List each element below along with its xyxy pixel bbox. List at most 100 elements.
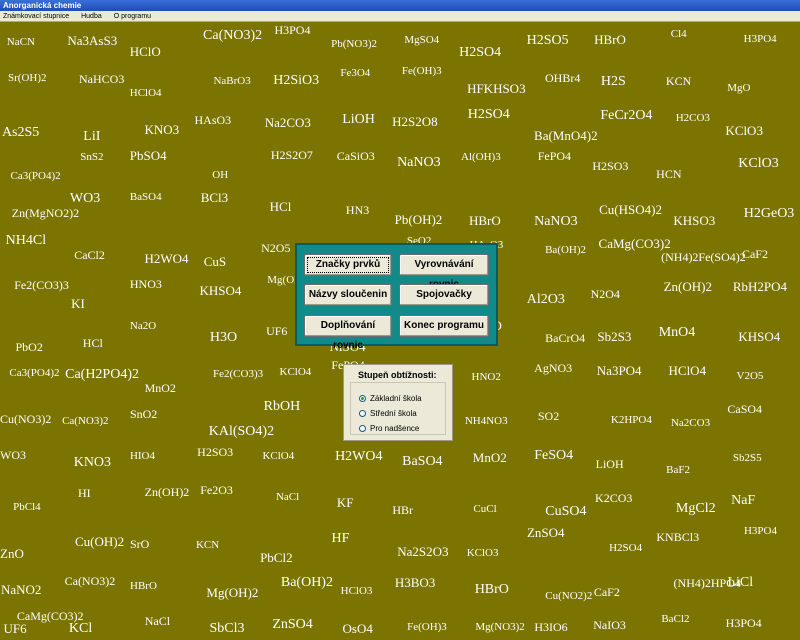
background-formula: CaCl2 bbox=[74, 247, 105, 262]
background-formula: Al2O3 bbox=[526, 291, 565, 307]
background-formula: HIO4 bbox=[129, 450, 156, 463]
znacky-prvku-button[interactable]: Značky prvků bbox=[304, 254, 392, 276]
background-formula: UF6 bbox=[3, 621, 27, 636]
background-formula: NaNO3 bbox=[534, 214, 578, 230]
background-formula: HNO2 bbox=[471, 371, 501, 384]
background-formula: FePO4 bbox=[537, 149, 572, 164]
background-formula: Mg(NO3)2 bbox=[475, 621, 525, 633]
background-formula: Na3PO4 bbox=[596, 363, 642, 379]
background-formula: H2S2O8 bbox=[392, 114, 438, 130]
background-formula: H2SO4 bbox=[609, 542, 643, 554]
background-formula: Na3AsS3 bbox=[67, 32, 118, 48]
radio-selected-icon[interactable] bbox=[359, 395, 366, 403]
background-formula: H3IO6 bbox=[534, 620, 568, 635]
background-formula: Ba(OH)2 bbox=[545, 244, 587, 257]
background-formula: MgCl2 bbox=[675, 500, 716, 516]
menu-hudba[interactable]: Hudba bbox=[76, 11, 107, 22]
background-formula: Fe3O4 bbox=[340, 66, 371, 79]
background-formula: KNBCl3 bbox=[656, 529, 700, 544]
background-formula: H3PO4 bbox=[743, 525, 777, 538]
background-formula: FeCr2O4 bbox=[600, 108, 653, 124]
background-formula: NaCl bbox=[144, 614, 171, 629]
background-formula: HBrO bbox=[474, 582, 509, 598]
background-formula: Sb2S3 bbox=[597, 329, 632, 345]
background-formula: CaMg(CO3)2 bbox=[598, 235, 671, 251]
background-formula: KHSO3 bbox=[673, 212, 716, 228]
background-formula: AgNO3 bbox=[534, 361, 573, 376]
background-formula: PbO2 bbox=[15, 339, 43, 354]
background-formula: HI bbox=[78, 485, 91, 500]
background-formula: H3PO4 bbox=[274, 22, 311, 37]
background-formula: NaNO3 bbox=[397, 154, 441, 170]
background-formula: BaSO4 bbox=[129, 190, 162, 203]
background-formula: Fe2(CO3)3 bbox=[14, 277, 69, 292]
background-formula: RbOH bbox=[263, 399, 301, 415]
difficulty-option-stredni[interactable]: Střední škola bbox=[359, 408, 417, 420]
difficulty-option-nadsence[interactable]: Pro nadšence bbox=[359, 423, 419, 435]
background-formula: SrO bbox=[130, 536, 150, 551]
background-formula: BaF2 bbox=[666, 463, 690, 476]
background-formula: Na2CO3 bbox=[670, 417, 711, 430]
background-formula: PbCl4 bbox=[13, 501, 41, 514]
difficulty-option-zakladni[interactable]: Základní škola bbox=[359, 393, 422, 405]
background-formula: FeSO4 bbox=[534, 447, 574, 463]
background-formula: KCl bbox=[68, 621, 93, 636]
background-formula: SnS2 bbox=[80, 151, 104, 164]
background-formula: KClO4 bbox=[279, 365, 312, 378]
background-formula: KClO3 bbox=[466, 546, 499, 559]
background-formula: Pb(OH)2 bbox=[394, 212, 443, 228]
radio-icon[interactable] bbox=[359, 410, 366, 418]
background-formula: ZnSO4 bbox=[272, 616, 313, 632]
menubar: Známkovací stupnice Hudba O programu bbox=[0, 11, 800, 22]
background-formula: HAsO3 bbox=[194, 113, 232, 128]
background-formula: BaSO4 bbox=[402, 454, 443, 470]
background-formula: NaNO2 bbox=[0, 581, 42, 597]
background-formula: CuCl bbox=[473, 502, 497, 515]
vyrovnavani-rovnic-button[interactable]: Vyrovnávání rovnic bbox=[399, 254, 489, 290]
menu-znamkovaci-stupnice[interactable]: Známkovací stupnice bbox=[0, 11, 74, 22]
background-formula: Sr(OH)2 bbox=[8, 71, 47, 84]
background-formula: RbH2PO4 bbox=[732, 278, 787, 294]
background-formula: HClO4 bbox=[668, 362, 707, 378]
difficulty-legend: Stupeň obtížnosti: bbox=[358, 370, 437, 380]
background-formula: Na2CO3 bbox=[264, 115, 311, 131]
background-formula: CaF2 bbox=[741, 246, 768, 261]
background-formula: Ca(NO3)2 bbox=[64, 573, 116, 588]
background-formula: H3PO4 bbox=[725, 616, 762, 631]
background-formula: LiCl bbox=[727, 575, 754, 591]
background-formula: KCN bbox=[195, 538, 220, 551]
background-formula: KClO3 bbox=[725, 123, 763, 139]
background-formula: MnO4 bbox=[658, 325, 696, 341]
spojovacky-button[interactable]: Spojovačky bbox=[399, 284, 489, 306]
background-formula: WO3 bbox=[69, 191, 101, 206]
doplnovani-rovnic-button[interactable]: Doplňování rovnic bbox=[304, 315, 392, 351]
background-formula: HCl bbox=[82, 335, 103, 350]
background-formula: KHSO4 bbox=[199, 283, 242, 299]
difficulty-group: Základní škola Střední škola Pro nadšenc… bbox=[350, 382, 446, 435]
background-formula: Fe2O3 bbox=[200, 483, 233, 497]
background-formula: Al(OH)3 bbox=[461, 151, 501, 164]
background-formula: KCN bbox=[665, 74, 692, 89]
background-formula: HBrO bbox=[594, 31, 626, 47]
background-formula: Zn(MgNO2)2 bbox=[11, 205, 80, 220]
background-formula: HBrO bbox=[468, 212, 501, 228]
background-formula: HClO bbox=[129, 43, 161, 59]
background-formula: HClO4 bbox=[129, 87, 162, 100]
background-formula: As2S5 bbox=[1, 124, 40, 140]
background-formula: Zn(OH)2 bbox=[663, 279, 712, 295]
nazvy-slouceni-button[interactable]: Názvy sloučenin bbox=[304, 284, 392, 306]
background-formula: CuSO4 bbox=[545, 503, 587, 519]
konec-programu-button[interactable]: Konec programu bbox=[399, 315, 489, 337]
background-formula: KClO3 bbox=[738, 155, 779, 171]
radio-icon[interactable] bbox=[359, 425, 366, 433]
background-formula: Sb2S5 bbox=[732, 451, 762, 464]
background-formula: HBrO bbox=[130, 579, 157, 592]
background-formula: HBr bbox=[392, 503, 414, 518]
background-formula: H2WO4 bbox=[335, 449, 383, 465]
background-formula: MnO2 bbox=[472, 450, 507, 466]
background-formula: PbSO4 bbox=[129, 147, 167, 163]
background-formula: KI bbox=[71, 296, 85, 312]
background-formula: CuS bbox=[203, 253, 227, 269]
background-formula: V2O5 bbox=[736, 369, 764, 382]
menu-o-programu[interactable]: O programu bbox=[109, 11, 156, 22]
